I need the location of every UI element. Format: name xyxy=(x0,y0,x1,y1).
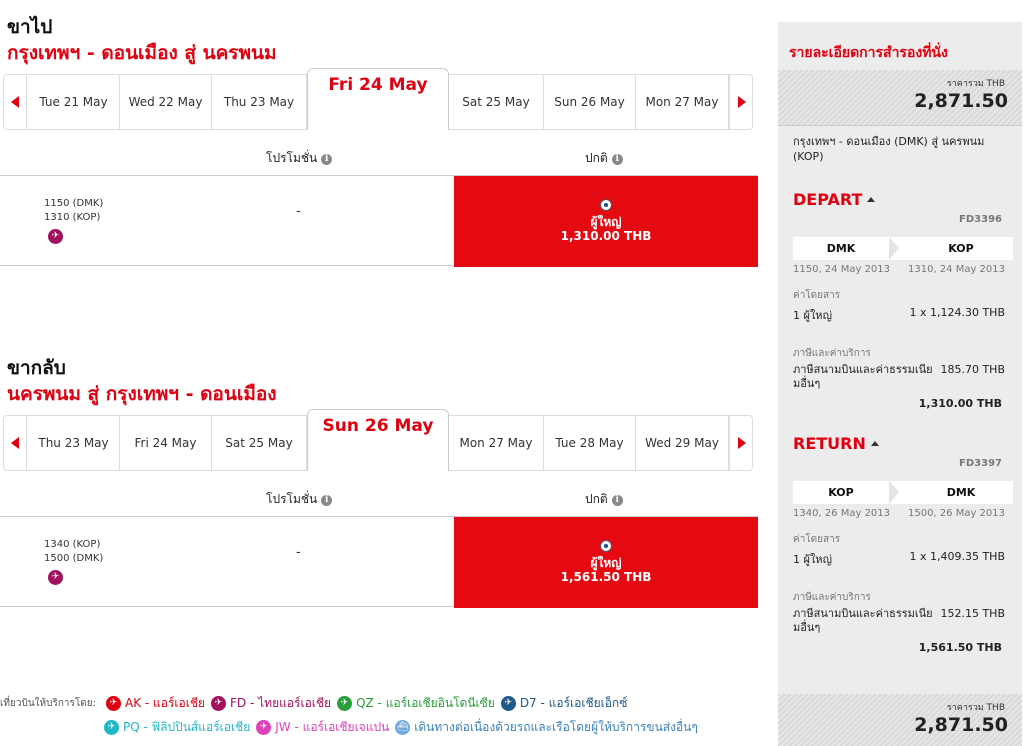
outbound-date-bar: Tue 21 May Wed 22 May Thu 23 May Fri 24 … xyxy=(3,68,753,130)
date-tab[interactable]: Thu 23 May xyxy=(212,74,307,130)
legend-item[interactable]: AK - แอร์เอเชีย xyxy=(125,694,205,713)
total-price-box: ราคารวม THB 2,871.50 xyxy=(778,70,1022,126)
fare-line: 1 ผู้ใหญ่ 1 x 1,409.35 THB xyxy=(793,550,1005,566)
regular-fare-option[interactable]: ผู้ใหญ่ 1,310.00 THB xyxy=(454,176,758,267)
legend-item[interactable]: เดินทางต่อเนื่องด้วยรถและเรือโดยผู้ให้บร… xyxy=(414,718,698,737)
depart-heading[interactable]: DEPART xyxy=(793,190,876,209)
flight-number: FD3397 xyxy=(959,458,1002,469)
flight-number: FD3396 xyxy=(959,214,1002,225)
total-price: 2,871.50 xyxy=(914,714,1008,736)
airline-pq-icon: ✈ xyxy=(104,720,119,735)
regular-column-header: ปกติ i xyxy=(585,149,623,168)
flight-selection: ขาไป กรุงเทพฯ - ดอนเมือง สู่ นครพนม Tue … xyxy=(0,0,760,746)
promo-column-header: โปรโมชั่น i xyxy=(266,149,333,168)
airline-fd-icon: ✈ xyxy=(211,696,227,711)
bus-boat-icon: ⛴ xyxy=(395,720,411,735)
regular-column-header: ปกติ i xyxy=(585,490,623,509)
legend-lead: เที่ยวบินให้บริการโดย: xyxy=(0,698,96,709)
flight-times: 1340 (KOP) 1500 (DMK) xyxy=(44,539,104,564)
promo-column-header: โปรโมชั่น i xyxy=(266,490,333,509)
info-icon[interactable]: i xyxy=(611,495,623,506)
date-tab[interactable]: Wed 29 May xyxy=(636,415,729,471)
info-icon[interactable]: i xyxy=(321,154,333,165)
tax-line: ภาษีสนามบินและค่าธรรมเนียมอื่นๆ 152.15 T… xyxy=(793,607,1005,634)
next-date-arrow-icon[interactable] xyxy=(729,415,753,471)
next-date-arrow-icon[interactable] xyxy=(729,74,753,130)
tax-line: ภาษีสนามบินและค่าธรรมเนียมอื่นๆ 185.70 T… xyxy=(793,363,1005,390)
airline-qz-icon: ✈ xyxy=(337,696,353,711)
date-tab[interactable]: Sun 26 May xyxy=(544,74,636,130)
flight-times: 1150 (DMK) 1310 (KOP) xyxy=(44,198,104,223)
legend-item[interactable]: QZ - แอร์เอเชียอินโดนีเซีย xyxy=(356,694,495,713)
airline-fd-icon[interactable]: ✈ xyxy=(48,570,63,585)
selected-date-tab[interactable]: Sun 26 May xyxy=(307,409,449,471)
chevron-right-icon xyxy=(889,237,899,260)
airline-fd-icon[interactable]: ✈ xyxy=(48,229,63,244)
inbound-date-bar: Thu 23 May Fri 24 May Sat 25 May Sun 26 … xyxy=(3,409,753,471)
subtotal: 1,561.50 THB xyxy=(918,641,1002,654)
segment-airports: DMK KOP xyxy=(793,237,1013,260)
date-tab[interactable]: Sat 25 May xyxy=(449,74,544,130)
fare-price: 1,561.50 THB xyxy=(560,570,652,584)
summary-route: กรุงเทพฯ - ดอนเมือง (DMK) สู่ นครพนม (KO… xyxy=(793,135,985,163)
date-tab[interactable]: Tue 21 May xyxy=(28,74,120,130)
outbound-route: กรุงเทพฯ - ดอนเมือง สู่ นครพนม xyxy=(7,42,277,64)
legend-item[interactable]: FD - ไทยแอร์เอเชีย xyxy=(230,694,331,713)
fare-price: 1,310.00 THB xyxy=(560,229,652,243)
prev-date-arrow-icon[interactable] xyxy=(3,74,27,130)
total-price-box: ราคารวม THB 2,871.50 xyxy=(778,694,1022,746)
info-icon[interactable]: i xyxy=(321,495,333,506)
airline-ak-icon: ✈ xyxy=(106,696,121,711)
airline-jw-icon: ✈ xyxy=(256,720,272,735)
segment-times: 1340, 26 May 2013 1500, 26 May 2013 xyxy=(793,508,1005,519)
date-tab[interactable]: Wed 22 May xyxy=(120,74,212,130)
fare-radio[interactable] xyxy=(600,199,612,211)
collapse-caret-icon[interactable] xyxy=(867,197,876,202)
promo-fare-value: - xyxy=(296,204,301,219)
info-icon[interactable]: i xyxy=(611,154,623,165)
promo-fare-value: - xyxy=(296,545,301,560)
return-heading[interactable]: RETURN xyxy=(793,434,879,453)
flight-row: 1340 (KOP) 1500 (DMK) ✈ - ผู้ใหญ่ 1,561.… xyxy=(0,516,758,608)
booking-summary-panel: รายละเอียดการสำรองที่นั่ง ราคารวม THB 2,… xyxy=(778,22,1022,746)
chevron-right-icon xyxy=(889,481,899,504)
segment-times: 1150, 24 May 2013 1310, 24 May 2013 xyxy=(793,264,1005,275)
selected-date-tab[interactable]: Fri 24 May xyxy=(307,68,449,130)
flight-row: 1150 (DMK) 1310 (KOP) ✈ - ผู้ใหญ่ 1,310.… xyxy=(0,175,758,267)
subtotal: 1,310.00 THB xyxy=(918,397,1002,410)
date-tab[interactable]: Sat 25 May xyxy=(212,415,307,471)
legend-item[interactable]: JW - แอร์เอเชียเจแปน xyxy=(275,718,389,737)
date-tab[interactable]: Mon 27 May xyxy=(449,415,544,471)
airline-d7-icon: ✈ xyxy=(500,696,516,711)
inbound-route: นครพนม สู่ กรุงเทพฯ - ดอนเมือง xyxy=(7,383,277,405)
regular-fare-option[interactable]: ผู้ใหญ่ 1,561.50 THB xyxy=(454,517,758,608)
date-tab[interactable]: Fri 24 May xyxy=(120,415,212,471)
legend-item[interactable]: D7 - แอร์เอเชียเอ็กซ์ xyxy=(520,694,628,713)
fare-line: 1 ผู้ใหญ่ 1 x 1,124.30 THB xyxy=(793,306,1005,322)
date-tab[interactable]: Mon 27 May xyxy=(636,74,729,130)
date-tab[interactable]: Tue 28 May xyxy=(544,415,636,471)
fare-radio[interactable] xyxy=(600,540,612,552)
segment-airports: KOP DMK xyxy=(793,481,1013,504)
total-price: 2,871.50 xyxy=(914,90,1008,112)
legend-item[interactable]: PQ - ฟิลิปปินส์แอร์เอเชีย xyxy=(123,718,250,737)
summary-title: รายละเอียดการสำรองที่นั่ง xyxy=(789,45,948,61)
prev-date-arrow-icon[interactable] xyxy=(3,415,27,471)
collapse-caret-icon[interactable] xyxy=(870,441,879,446)
date-tab[interactable]: Thu 23 May xyxy=(28,415,120,471)
